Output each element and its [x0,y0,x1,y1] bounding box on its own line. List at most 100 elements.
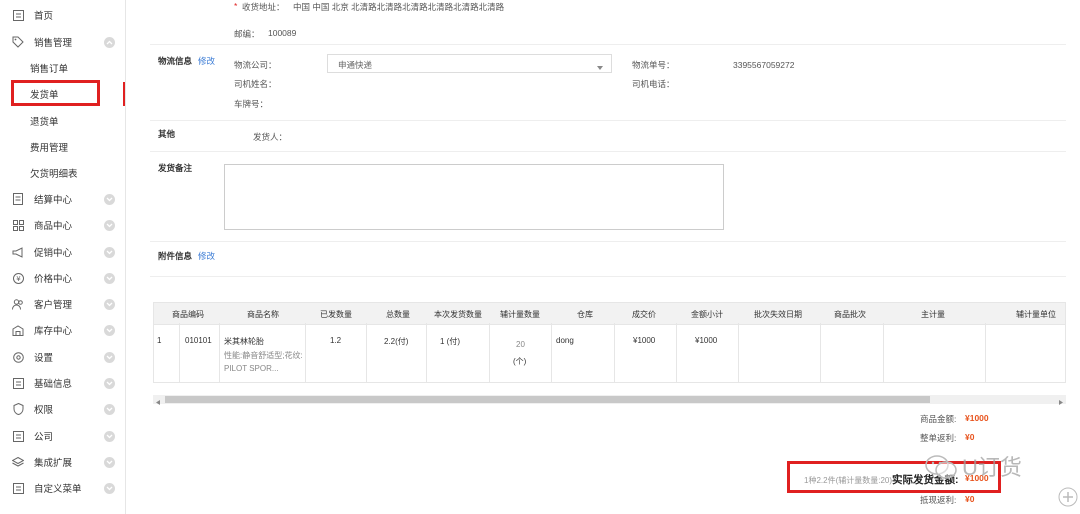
current-qty: 1 (付) [440,337,460,346]
scroll-right-icon[interactable] [1059,397,1063,407]
horizontal-scrollbar[interactable] [153,395,1066,407]
nav-label: 客户管理 [34,300,73,311]
tracking-label: 物流单号： [632,60,675,70]
logistics-company-label: 物流公司： [234,60,277,70]
watermark-text: U订货 [962,455,1022,480]
dropdown-arrow-icon [597,62,603,72]
divider [150,120,1066,121]
nav-promotion[interactable]: 促销中心 [0,239,126,265]
currency-icon: ¥ [12,272,24,284]
goods-code: 010101 [185,336,212,345]
plate-label: 车牌号： [234,99,269,109]
list-icon [12,377,24,389]
driver-phone-label: 司机电话： [632,79,675,89]
chevron-down-icon[interactable] [104,324,115,336]
nav-label: 促销中心 [34,248,73,259]
nav-custom-menu[interactable]: 自定义菜单 [0,475,126,501]
nav-label: 库存中心 [34,326,73,337]
nav-goods[interactable]: 商品中心 [0,212,126,238]
col-header: 本次发货数量 [434,310,482,319]
shipper-label: 发货人： [253,132,288,142]
document-icon [12,193,24,205]
nav-inventory[interactable]: 库存中心 [0,317,126,343]
goods-desc: 性能:静音舒适型;花纹: [224,351,303,360]
nav-price[interactable]: ¥ 价格中心 [0,265,126,291]
nav-label: 销售管理 [34,38,73,49]
goods-desc: PILOT SPOR... [224,364,279,373]
col-header: 商品批次 [834,310,866,319]
logistics-company-value: 申通快递 [338,60,373,70]
chevron-down-icon[interactable] [104,272,115,284]
megaphone-icon [12,246,24,258]
deal-price: ¥1000 [633,336,656,345]
scrollbar-thumb[interactable] [165,396,930,403]
goods-amount-value: ¥1000 [965,413,989,423]
nav-settlement[interactable]: 结算中心 [0,186,126,212]
nav-integration[interactable]: 集成扩展 [0,449,126,475]
warehouse-icon [12,324,24,336]
address-value: 中国 中国 北京 北清路北清路北清路北清路北清路北清路 [293,2,505,12]
col-header: 已发数量 [320,310,352,319]
gear-icon [12,351,24,363]
col-header: 辅计量数量 [500,310,540,319]
add-circle-icon[interactable] [1058,487,1078,509]
nav-label: 基础信息 [34,379,73,390]
chevron-down-icon[interactable] [104,430,115,442]
aux-qty: 20 [516,340,525,349]
chevron-down-icon[interactable] [104,219,115,231]
nav-shortage[interactable]: 欠货明细表 [0,160,126,186]
wechat-icon [924,454,958,482]
nav-basic-info[interactable]: 基础信息 [0,370,126,396]
nav-label: 价格中心 [34,274,73,285]
divider [150,241,1066,242]
chevron-down-icon[interactable] [104,246,115,258]
tracking-value: 3395567059272 [733,60,795,70]
chevron-down-icon[interactable] [104,193,115,205]
logistics-edit-link[interactable]: 修改 [198,55,215,67]
active-indicator [123,82,125,106]
nav-sales-order[interactable]: 销售订单 [0,55,126,81]
nav-home[interactable]: 首页 [0,2,126,28]
list-icon [12,9,24,21]
divider [150,44,1066,45]
warehouse: dong [556,336,574,345]
attachment-edit-link[interactable]: 修改 [198,250,215,262]
nav-label: 设置 [34,353,54,364]
driver-name-label: 司机姓名： [234,79,277,89]
col-header: 批次失效日期 [754,310,802,319]
nav-expense[interactable]: 费用管理 [0,134,126,160]
shipped-qty: 1.2 [330,336,342,345]
nav-sales-management[interactable]: 销售管理 [0,29,126,55]
chevron-up-icon[interactable] [104,36,115,48]
nav-label: 公司 [34,432,54,443]
goods-name-link[interactable]: 米其林轮胎 [224,336,264,347]
zip-value: 100089 [268,28,297,38]
required-asterisk: * [234,1,238,11]
nav-return-order[interactable]: 退货单 [0,108,126,134]
nav-customer[interactable]: 客户管理 [0,291,126,317]
chevron-down-icon[interactable] [104,351,115,363]
rebate-value: ¥0 [965,432,975,442]
divider [150,276,1066,277]
col-header: 成交价 [632,310,656,319]
chevron-down-icon[interactable] [104,456,115,468]
remark-textarea[interactable] [224,164,724,230]
section-logistics: 物流信息 [158,56,193,66]
list-icon [12,430,24,442]
nav-settings[interactable]: 设置 [0,344,126,370]
col-header: 商品名称 [247,310,279,319]
address-label: 收货地址： [242,2,285,12]
aux-unit: (个) [513,357,527,366]
logistics-company-select[interactable]: 申通快递 [327,54,612,73]
scroll-left-icon[interactable] [156,397,160,407]
chevron-down-icon[interactable] [104,377,115,389]
nav-permission[interactable]: 权限 [0,396,126,422]
chevron-down-icon[interactable] [104,482,115,494]
nav-company[interactable]: 公司 [0,423,126,449]
chevron-down-icon[interactable] [104,298,115,310]
nav-label: 费用管理 [30,143,69,154]
list-icon [12,482,24,494]
highlight-box-delivery [11,80,100,106]
nav-label: 权限 [34,405,54,416]
chevron-down-icon[interactable] [104,403,115,415]
